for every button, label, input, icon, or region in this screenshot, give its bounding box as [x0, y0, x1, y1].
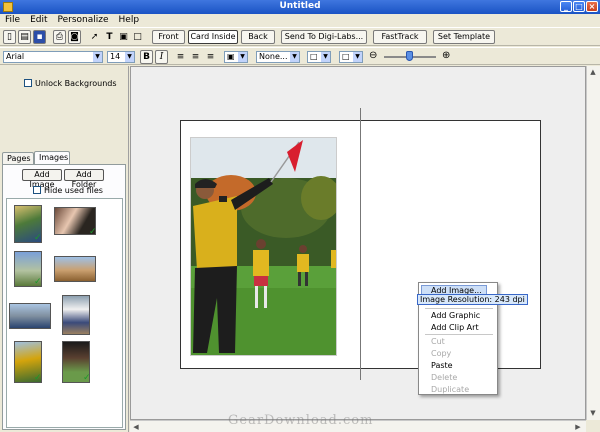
preview-icon[interactable]: ◙: [68, 30, 81, 44]
check-icon: ✓: [34, 277, 42, 287]
images-panel: Add Image Add Folder Hide used files ✓ ✓…: [2, 164, 126, 430]
bold-button[interactable]: B: [140, 50, 153, 64]
save-icon[interactable]: ▪: [33, 30, 46, 44]
zoom-out-icon[interactable]: ⊖: [369, 50, 377, 61]
tab-pages[interactable]: Pages: [2, 152, 34, 164]
border-style-value: None...: [259, 52, 288, 61]
fill-color-select[interactable]: □ ▼: [339, 51, 363, 63]
menu-bar: File Edit Personalize Help: [0, 14, 600, 27]
border-style-select[interactable]: None... ▼: [256, 51, 300, 63]
hide-used-files-label: Hide used files: [44, 186, 103, 195]
zoom-slider-thumb[interactable]: [406, 51, 413, 61]
card-photo[interactable]: [190, 137, 337, 356]
unlock-backgrounds-label: Unlock Backgrounds: [35, 79, 117, 88]
watermark: GearDownload.com: [228, 413, 374, 428]
menu-separator: [425, 334, 493, 335]
menu-item-add-graphic[interactable]: Add Graphic: [431, 311, 480, 320]
align-right-icon[interactable]: ≡: [204, 50, 217, 64]
fill-swatch-icon: □: [342, 52, 350, 61]
shape-tool-icon[interactable]: □: [131, 30, 144, 44]
menu-file[interactable]: File: [0, 14, 25, 26]
list-item[interactable]: [62, 295, 90, 335]
chevron-down-icon: ▼: [321, 52, 330, 62]
card-fold-line: [360, 108, 361, 380]
chevron-down-icon: ▼: [238, 52, 247, 62]
title-bar: Untitled _ □ ×: [0, 0, 600, 14]
format-toolbar: Arial ▼ 14 ▼ B I ≡ ≡ ≡ ▣ ▼ None... ▼ □ ▼…: [0, 47, 600, 65]
pointer-icon[interactable]: ➚: [88, 30, 101, 44]
zoom-in-icon[interactable]: ⊕: [442, 50, 450, 61]
left-panel: Unlock Backgrounds Pages Images Add Imag…: [0, 66, 129, 432]
add-folder-button[interactable]: Add Folder: [64, 169, 104, 189]
align-center-icon[interactable]: ≡: [189, 50, 202, 64]
checkbox-icon: [33, 186, 41, 194]
scroll-down-icon[interactable]: ▼: [587, 407, 599, 419]
menu-edit[interactable]: Edit: [25, 14, 52, 26]
scroll-right-icon[interactable]: ▶: [572, 421, 584, 432]
chevron-down-icon: ▼: [353, 52, 362, 62]
new-icon[interactable]: ▯: [3, 30, 16, 44]
scroll-up-icon[interactable]: ▲: [587, 66, 599, 78]
window-title: Untitled: [279, 1, 321, 11]
image-tool-icon[interactable]: ▣: [117, 30, 130, 44]
vertical-scrollbar[interactable]: ▲ ▼: [586, 66, 600, 420]
menu-separator: [425, 308, 493, 309]
fasttrack-button[interactable]: FastTrack: [373, 30, 427, 44]
font-select-value: Arial: [6, 52, 25, 61]
menu-item-delete[interactable]: Delete: [431, 373, 457, 382]
chevron-down-icon: ▼: [125, 52, 134, 62]
line-color-select[interactable]: □ ▼: [307, 51, 331, 63]
chevron-down-icon: ▼: [290, 52, 299, 62]
unlock-backgrounds-checkbox[interactable]: Unlock Backgrounds: [24, 79, 117, 88]
image-resolution-tooltip: Image Resolution: 243 dpi: [417, 294, 528, 305]
soccer-photo-image: [191, 138, 336, 355]
check-icon: ✓: [89, 227, 97, 237]
check-icon: ✓: [34, 233, 42, 243]
menu-item-duplicate[interactable]: Duplicate: [431, 385, 469, 394]
view-back-button[interactable]: Back: [241, 30, 275, 44]
checkbox-icon: [24, 79, 32, 87]
view-card-inside-button[interactable]: Card Inside: [188, 30, 238, 44]
menu-item-cut[interactable]: Cut: [431, 337, 445, 346]
hide-used-files-checkbox[interactable]: Hide used files: [33, 186, 103, 195]
list-item[interactable]: [9, 303, 51, 329]
scroll-left-icon[interactable]: ◀: [130, 421, 142, 432]
text-tool-icon[interactable]: T: [103, 30, 116, 44]
font-select[interactable]: Arial ▼: [3, 51, 103, 63]
border-swatch-icon: ▣: [227, 52, 235, 61]
tab-images[interactable]: Images: [34, 151, 70, 165]
menu-item-paste[interactable]: Paste: [431, 361, 453, 370]
align-left-icon[interactable]: ≡: [174, 50, 187, 64]
maximize-button[interactable]: □: [573, 1, 585, 12]
line-swatch-icon: □: [310, 52, 318, 61]
chevron-down-icon: ▼: [93, 52, 102, 62]
italic-button[interactable]: I: [155, 50, 168, 64]
image-thumbnail-list: ✓ ✓ ✓ ✓ ✓: [6, 198, 123, 428]
send-to-digilabs-button[interactable]: Send To Digi-Labs...: [281, 30, 367, 44]
menu-item-add-clip-art[interactable]: Add Clip Art: [431, 323, 479, 332]
menu-personalize[interactable]: Personalize: [53, 14, 114, 26]
set-template-button[interactable]: Set Template: [433, 30, 495, 44]
font-size-value: 14: [110, 52, 121, 61]
list-item[interactable]: [54, 256, 96, 282]
check-icon: ✓: [83, 373, 91, 383]
check-icon: ✓: [34, 373, 42, 383]
main-toolbar: ▯ ▤ ▪ ⎙ ◙ ➚ T ▣ □ Front Card Inside Back…: [0, 27, 600, 46]
open-icon[interactable]: ▤: [18, 30, 31, 44]
font-size-select[interactable]: 14 ▼: [107, 51, 135, 63]
border-color-select[interactable]: ▣ ▼: [224, 51, 248, 63]
view-front-button[interactable]: Front: [152, 30, 185, 44]
menu-help[interactable]: Help: [114, 14, 145, 26]
menu-item-copy[interactable]: Copy: [431, 349, 451, 358]
print-icon[interactable]: ⎙: [53, 30, 66, 44]
close-button[interactable]: ×: [586, 1, 598, 12]
add-image-button[interactable]: Add Image: [22, 169, 62, 189]
minimize-button[interactable]: _: [560, 1, 572, 12]
